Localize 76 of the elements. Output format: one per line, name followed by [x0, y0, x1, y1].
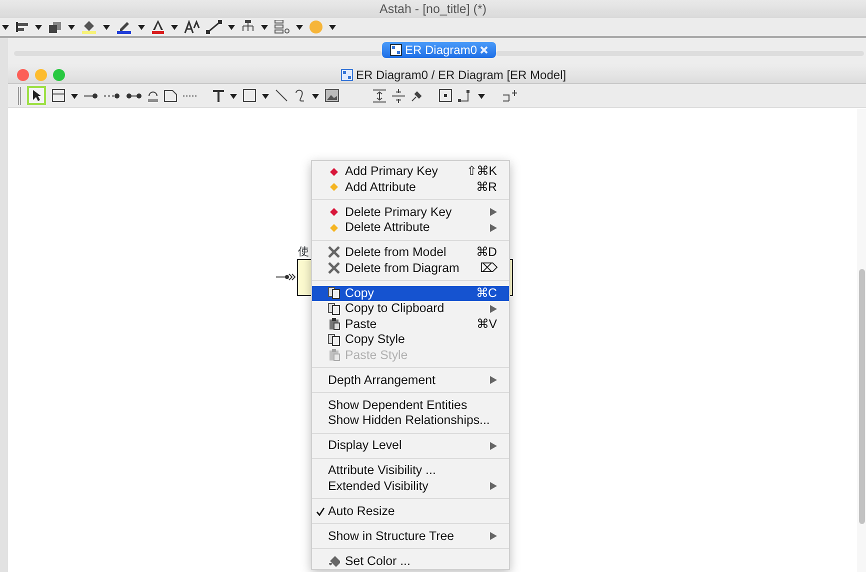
menu-item[interactable]: Depth Arrangement [312, 372, 509, 388]
copy-icon [328, 287, 340, 300]
menu-item[interactable]: Add Attribute ⌘R [312, 180, 509, 195]
menu-item[interactable]: Copy ⌘C [312, 286, 509, 301]
line-style-icon[interactable] [206, 20, 222, 34]
caret-icon[interactable] [68, 24, 75, 30]
caret-icon[interactable] [2, 24, 9, 30]
menu-item[interactable]: Auto Resize [312, 504, 509, 519]
relationship-line [276, 272, 296, 282]
caret-icon[interactable] [103, 24, 110, 30]
rectangle-icon[interactable] [243, 89, 256, 102]
dashed-relationship-icon[interactable] [104, 92, 120, 100]
pointer-icon [32, 90, 40, 101]
caret-icon[interactable] [312, 92, 319, 98]
select-tool[interactable] [27, 86, 46, 105]
font-color-icon[interactable] [151, 20, 165, 34]
entity-name: 使 [298, 245, 309, 260]
relationship-icon[interactable] [84, 92, 98, 100]
menu-item[interactable]: Copy Style [312, 332, 509, 348]
caret-icon[interactable] [296, 24, 303, 30]
menu-item[interactable]: Show Hidden Relationships... [312, 413, 509, 428]
menu-item[interactable]: Paste ⌘V [312, 316, 509, 332]
horizontal-align-icon[interactable] [392, 88, 405, 102]
menu-item[interactable]: Add Primary Key ⇧⌘K [312, 164, 509, 180]
caret-icon[interactable] [71, 92, 78, 98]
close-icon[interactable] [480, 46, 488, 54]
diagram-icon [390, 44, 402, 56]
menu-item[interactable]: Delete Attribute [312, 220, 509, 236]
delete-icon [328, 246, 340, 260]
caret-icon[interactable] [329, 24, 336, 30]
close-window-button[interactable] [17, 68, 29, 80]
scrollbar[interactable] [857, 109, 866, 572]
line-icon[interactable] [275, 89, 288, 102]
diagram-icon [341, 68, 353, 80]
tree-layout-icon[interactable] [241, 20, 255, 34]
caret-icon[interactable] [478, 92, 485, 98]
copy-icon [328, 334, 340, 346]
caret-icon[interactable] [230, 92, 237, 98]
image-icon[interactable] [325, 89, 339, 102]
note-icon[interactable] [164, 90, 177, 102]
menu-item[interactable]: Delete Primary Key [312, 204, 509, 220]
menu-item[interactable]: Display Level [312, 438, 509, 454]
menu-item[interactable]: Delete from Diagram ⌦ [312, 260, 509, 276]
caret-icon[interactable] [261, 24, 268, 30]
curve-icon[interactable] [294, 89, 306, 102]
diagram-tab[interactable]: ER Diagram0 [382, 42, 496, 58]
caret-icon[interactable] [262, 92, 269, 98]
clipboard-icon [328, 318, 340, 330]
entity-icon[interactable] [52, 89, 65, 102]
menu-item[interactable]: Attribute Visibility ... [312, 463, 509, 478]
dotted-line-icon[interactable] [183, 94, 197, 98]
caret-icon[interactable] [171, 24, 178, 30]
menu-item[interactable]: Show in Structure Tree [312, 528, 509, 544]
delete-icon [328, 262, 340, 275]
clipboard-icon [328, 349, 340, 362]
diagram-window-title: ER Diagram0 / ER Diagram [ER Model] [356, 66, 566, 84]
window-title: Astah - [no_title] (*) [380, 0, 486, 18]
menu-item[interactable]: Copy to Clipboard [312, 301, 509, 316]
caret-icon[interactable] [35, 24, 42, 30]
menu-item[interactable]: Delete from Model ⌘D [312, 245, 509, 260]
layers-icon[interactable] [48, 20, 62, 34]
subtype-icon[interactable] [148, 90, 158, 102]
connector-icon[interactable] [458, 90, 472, 102]
menu-item[interactable]: Set Color ... [312, 554, 509, 569]
caret-icon[interactable] [228, 24, 235, 30]
copy-icon [328, 302, 340, 315]
pen-icon[interactable] [116, 20, 132, 34]
center-icon[interactable] [439, 89, 452, 102]
many-relationship-icon[interactable] [126, 92, 142, 100]
caret-icon[interactable] [138, 24, 145, 30]
menu-item[interactable]: Show Dependent Entities [312, 398, 509, 413]
menu-item[interactable]: Extended Visibility [312, 478, 509, 494]
text-icon[interactable] [213, 90, 224, 102]
layout-icon[interactable] [274, 20, 290, 34]
vertical-spacing-icon[interactable] [373, 88, 386, 102]
font-size-icon[interactable] [184, 20, 200, 34]
